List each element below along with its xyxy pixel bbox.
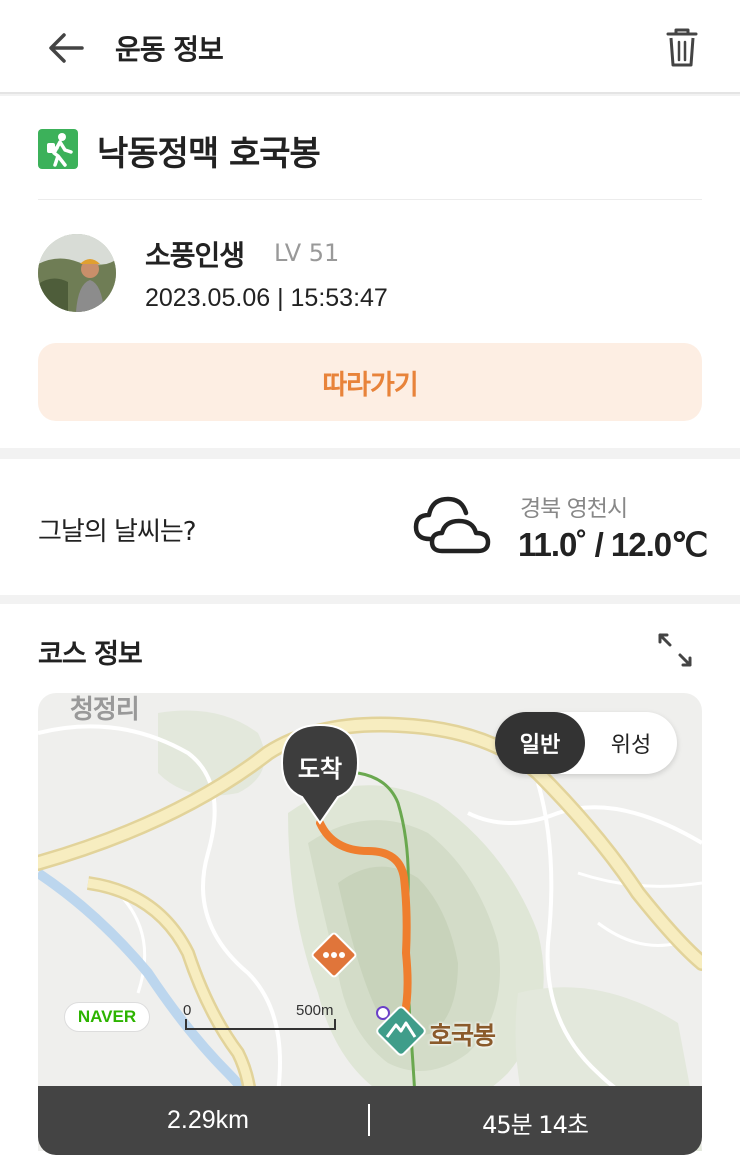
activity-datetime: 2023.05.06 | 15:53:47: [145, 284, 388, 312]
expand-icon: [658, 633, 692, 667]
activity-card: 낙동정맥 호국봉 소풍인생 LV 51 2023.05.06 | 15:53:4…: [0, 96, 740, 448]
hiking-icon: [38, 129, 78, 169]
arrival-label: 도착: [297, 755, 343, 783]
expand-button[interactable]: [655, 630, 695, 670]
divider: [38, 199, 702, 200]
map-type-toggle[interactable]: 일반 위성: [495, 712, 677, 774]
weather-card: 그날의 날씨는? 경북 영천시 11.0˚ / 12.0℃: [0, 459, 740, 595]
scale-zero-label: 0: [183, 1002, 192, 1019]
poi-marker-icon[interactable]: [308, 929, 360, 981]
map-place-label: 청정리: [70, 695, 140, 725]
scale-max-label: 500m: [296, 1002, 334, 1019]
activity-title: 낙동정맥 호국봉: [97, 134, 321, 174]
page-title: 운동 정보: [115, 33, 224, 66]
map-type-satellite[interactable]: 위성: [585, 712, 677, 774]
course-duration: 45분 14초: [482, 1111, 589, 1139]
follow-button[interactable]: 따라가기: [38, 343, 702, 421]
course-stats-bar: 2.29km 45분 14초: [38, 1086, 702, 1155]
back-button[interactable]: [44, 26, 88, 70]
naver-logo: NAVER: [64, 1002, 150, 1032]
weather-location: 경북 영천시: [520, 496, 628, 522]
delete-button[interactable]: [660, 24, 704, 72]
weather-label: 그날의 날씨는?: [38, 517, 197, 547]
course-map[interactable]: 청정리 일반 위성 도착 NAVER 0 500m 호국봉: [38, 693, 702, 1151]
top-bar: 운동 정보: [0, 0, 740, 94]
avatar[interactable]: [38, 234, 116, 312]
map-type-normal[interactable]: 일반: [495, 712, 585, 774]
cloud-icon: [410, 489, 494, 559]
arrow-left-icon: [49, 33, 84, 63]
weather-temperature: 11.0˚ / 12.0℃: [518, 526, 708, 563]
user-level: LV 51: [274, 239, 340, 267]
mountain-peak-icon[interactable]: [375, 1005, 427, 1057]
user-name[interactable]: 소풍인생: [145, 234, 245, 274]
peak-label: 호국봉: [429, 1021, 496, 1050]
course-card: 코스 정보 청정리 일반 위성 도착 NAVER 0 500m 호국봉 2.29…: [0, 604, 740, 1155]
course-distance: 2.29km: [167, 1106, 249, 1134]
trash-icon: [666, 28, 698, 67]
course-label: 코스 정보: [38, 639, 143, 670]
